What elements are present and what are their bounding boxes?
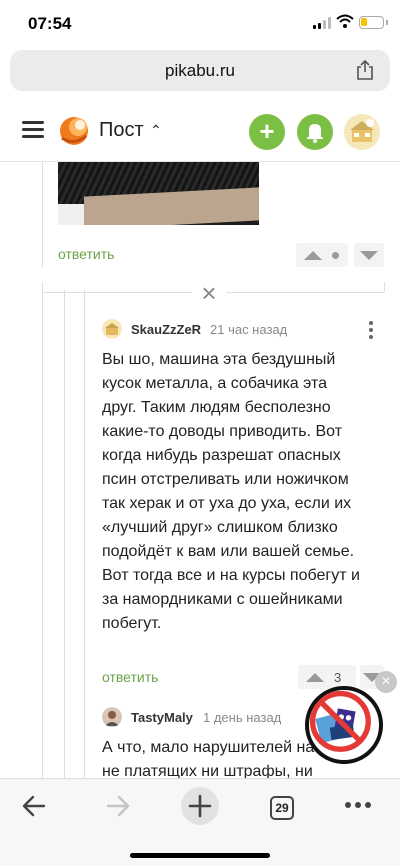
- thread-divider: [226, 292, 384, 293]
- comment-line: Вы шо, машина эта бездушный: [102, 351, 336, 368]
- no-scam-icon: [309, 690, 371, 752]
- signal-icon: [313, 17, 331, 29]
- thread-line: [42, 162, 43, 267]
- url-text[interactable]: pikabu.ru: [10, 61, 390, 81]
- add-post-button[interactable]: +: [249, 114, 285, 150]
- comment-line: псин отстреливать или ножичком: [102, 471, 349, 488]
- close-icon[interactable]: ×: [375, 671, 397, 693]
- comment-body: Вы шо, машина эта бездушный кусок металл…: [102, 348, 392, 636]
- bell-icon: [307, 124, 323, 143]
- section-title[interactable]: Пост: [99, 119, 144, 142]
- upvote-icon[interactable]: [306, 673, 324, 682]
- thread-line: [64, 290, 65, 778]
- wifi-icon: [336, 14, 354, 28]
- comment-line: за намордниками с ошейниками: [102, 591, 343, 608]
- comment-line: так херак и от уха до уха, если их: [102, 495, 352, 512]
- browser-toolbar: 29: [0, 778, 400, 866]
- comment-line: Вот тогда все и на курсы побегут и: [102, 567, 360, 584]
- score-dot: [332, 252, 339, 259]
- notifications-button[interactable]: [297, 114, 333, 150]
- battery-icon: [359, 16, 388, 29]
- chevron-up-icon[interactable]: ⌃: [150, 122, 162, 139]
- tabs-button[interactable]: 29: [270, 796, 294, 820]
- vote-box: [296, 243, 348, 267]
- site-header: Пост ⌃ +: [0, 100, 400, 162]
- comment-line: подойдёт к вам или вашей семье.: [102, 543, 355, 560]
- thread-line: [384, 282, 385, 292]
- avatar[interactable]: [102, 319, 122, 339]
- downvote-box: [354, 243, 384, 267]
- kebab-icon[interactable]: [369, 321, 373, 339]
- address-bar[interactable]: pikabu.ru: [10, 50, 390, 91]
- comment-username[interactable]: TastyMaly: [131, 710, 193, 725]
- status-bar: 07:54: [0, 0, 400, 46]
- avatar[interactable]: [102, 707, 122, 727]
- downvote-icon[interactable]: [360, 251, 378, 260]
- status-time: 07:54: [28, 14, 72, 33]
- ad-badge[interactable]: [305, 686, 383, 764]
- comment-time[interactable]: 21 час назад: [210, 322, 287, 337]
- comment-time[interactable]: 1 день назад: [203, 710, 281, 725]
- close-icon[interactable]: ×: [199, 280, 219, 306]
- arrow-right-icon[interactable]: [104, 791, 132, 821]
- comment-line: кусок металла, а собачика эта: [102, 375, 327, 392]
- comment-image[interactable]: [58, 162, 259, 225]
- reply-link[interactable]: ответить: [102, 669, 158, 685]
- hamburger-icon[interactable]: [22, 121, 44, 139]
- pikabu-logo[interactable]: [59, 116, 89, 146]
- comment-score: 3: [334, 670, 342, 685]
- comment-username[interactable]: SkauZzZeR: [131, 322, 201, 337]
- reply-link[interactable]: ответить: [58, 246, 114, 262]
- arrow-left-icon[interactable]: [20, 791, 48, 821]
- comment-line: какие-то доводы приводить. Вот: [102, 423, 343, 440]
- comment-line: друг. Таким людям бесполезно: [102, 399, 331, 416]
- more-icon[interactable]: [344, 801, 372, 809]
- thread-line: [42, 282, 43, 778]
- comment-line: «лучший друг» слишком близко: [102, 519, 338, 536]
- thread-divider: [42, 292, 192, 293]
- thread-line: [84, 290, 85, 778]
- share-icon[interactable]: [354, 59, 376, 81]
- user-avatar[interactable]: [344, 114, 380, 150]
- plus-icon: [188, 794, 212, 818]
- home-indicator: [130, 853, 270, 858]
- comment-line: побегут.: [102, 615, 162, 632]
- upvote-icon[interactable]: [304, 251, 322, 260]
- comment-line: когда нибудь разрешат опасных: [102, 447, 341, 464]
- new-tab-button[interactable]: [181, 787, 219, 825]
